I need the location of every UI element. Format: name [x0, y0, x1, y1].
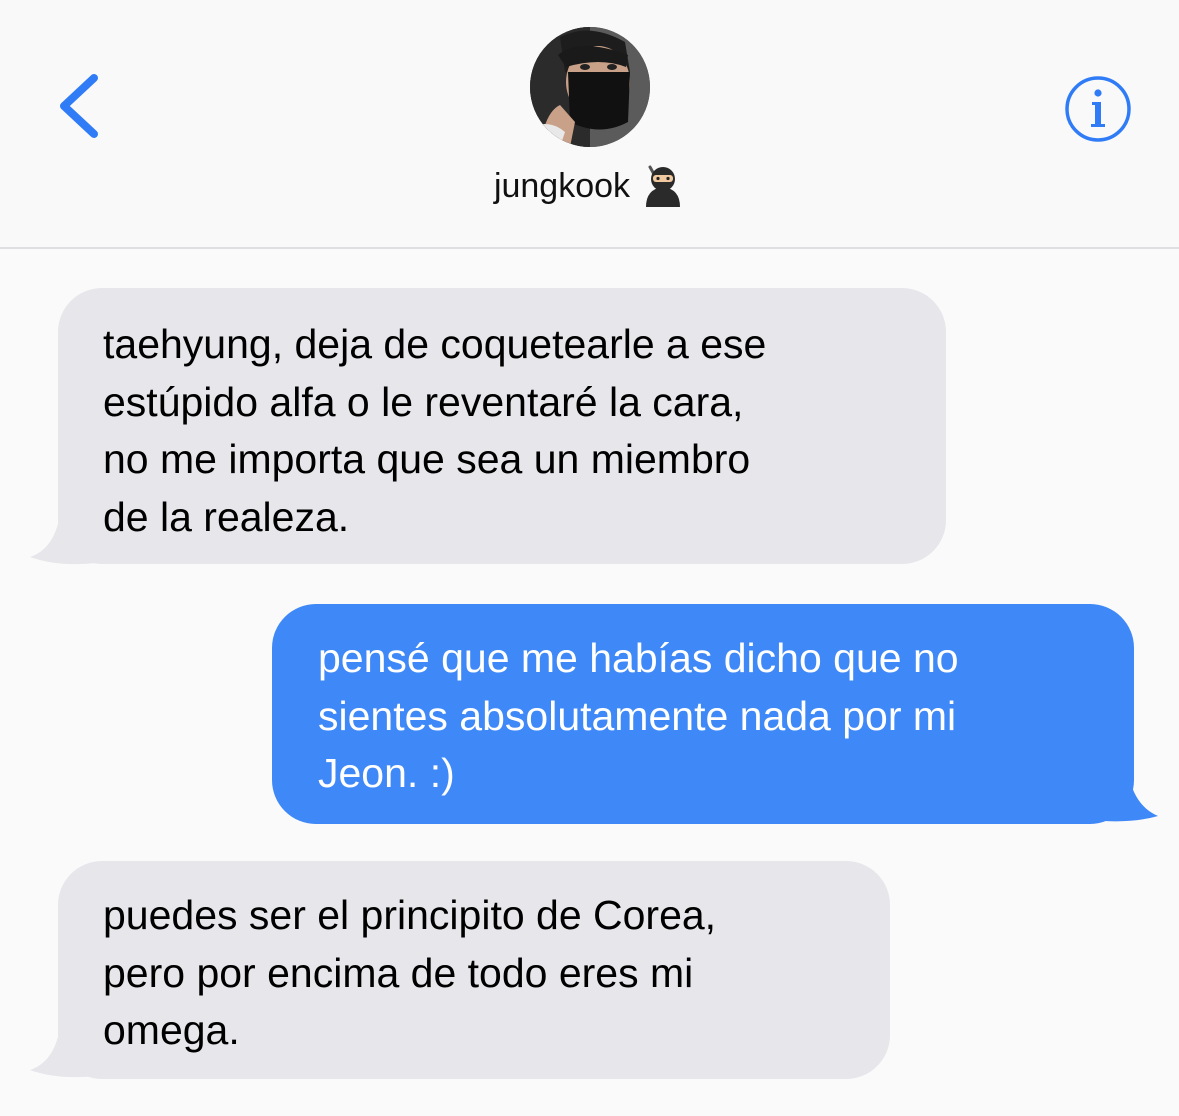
message-text: taehyung, deja de coquetearle a ese estú…: [103, 321, 767, 540]
avatar[interactable]: [530, 27, 650, 147]
message-bubble-sent[interactable]: pensé que me habías dicho que no sientes…: [272, 604, 1134, 824]
chevron-left-icon: [60, 74, 98, 138]
contact-name[interactable]: jungkook: [440, 158, 740, 214]
message-bubble-received[interactable]: taehyung, deja de coquetearle a ese estú…: [58, 288, 946, 564]
message-bubble-received[interactable]: puedes ser el principito de Corea, pero …: [58, 861, 890, 1079]
back-button[interactable]: [52, 70, 108, 142]
info-button[interactable]: [1064, 75, 1132, 143]
message-text: pensé que me habías dicho que no sientes…: [318, 635, 959, 796]
info-circle-icon: [1065, 76, 1131, 142]
message-text: puedes ser el principito de Corea, pero …: [103, 892, 717, 1053]
conversation-header: jungkook: [0, 0, 1179, 249]
ninja-icon: [640, 163, 686, 209]
header-divider: [0, 247, 1179, 249]
avatar-photo: [530, 27, 650, 147]
contact-name-label: jungkook: [493, 166, 631, 205]
